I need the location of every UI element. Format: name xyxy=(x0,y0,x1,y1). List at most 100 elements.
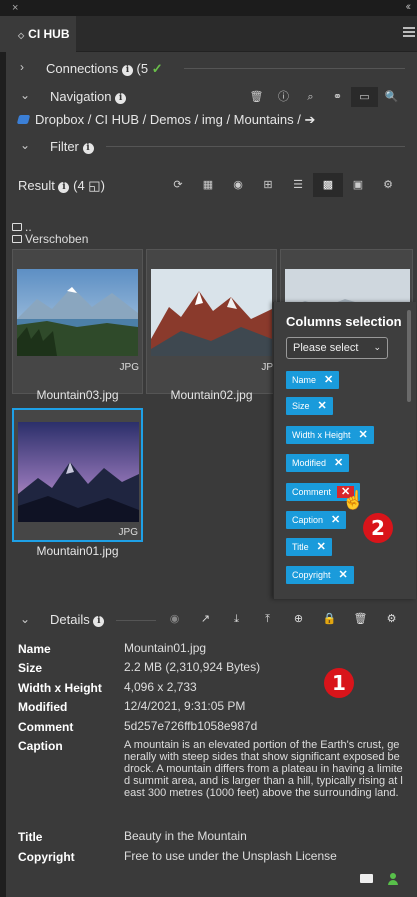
column-chip[interactable]: Modified ✕ xyxy=(286,454,350,472)
lock-icon[interactable]: 🔒 xyxy=(314,608,345,630)
tab-arrow-icon: ◇ xyxy=(18,31,25,40)
navigation-row[interactable]: ⌄ Navigation i 🗑 ⓘ ⌕ ⚭ ▭ 🔍 xyxy=(6,82,411,110)
remove-icon[interactable]: ✕ xyxy=(317,541,326,553)
filter-label: Filter xyxy=(50,139,79,154)
collapse-icon[interactable]: ‹‹ xyxy=(406,1,412,13)
check-icon: ✓ xyxy=(151,61,163,76)
details-label: Details xyxy=(50,612,90,627)
result-label: Result xyxy=(18,178,55,193)
remove-icon[interactable]: ✕ xyxy=(339,569,348,581)
table-icon[interactable]: ▦ xyxy=(193,173,223,197)
navigation-label: Navigation xyxy=(50,89,112,104)
list-icon[interactable]: ☰ xyxy=(283,173,313,197)
info-icon[interactable]: i xyxy=(82,143,94,154)
thumbnail-image xyxy=(18,422,139,522)
popup-scrollbar[interactable] xyxy=(407,310,411,402)
divider xyxy=(184,68,405,69)
remove-icon[interactable]: ✕ xyxy=(324,374,333,386)
chevron-right-icon[interactable]: › xyxy=(20,60,24,74)
folder-icon[interactable]: ▭ xyxy=(351,87,378,107)
folder-icon xyxy=(12,235,22,243)
refresh-icon[interactable]: ⟳ xyxy=(163,173,193,197)
hand-cursor-icon: ☝ xyxy=(342,490,365,510)
info-icon[interactable]: i xyxy=(58,182,70,193)
panel-footer xyxy=(6,870,411,890)
callout-badge: 2 xyxy=(363,513,393,543)
popup-title: Columns selection xyxy=(286,314,402,329)
divider xyxy=(106,146,405,147)
result-tools: ⟳ ▦ ◉ ⊞ ☰ ▩ ▣ ⚙ xyxy=(163,173,403,197)
column-chip[interactable]: Width x Height ✕ xyxy=(286,426,374,444)
trash-icon[interactable]: 🗑 xyxy=(345,608,376,630)
chevron-down-icon[interactable]: ⌄ xyxy=(20,138,30,152)
folder-name: Verschoben xyxy=(25,232,89,246)
plus-icon[interactable]: ⊞ xyxy=(253,173,283,197)
close-icon[interactable]: × xyxy=(12,2,18,14)
asset-name: Mountain03.jpg xyxy=(36,388,119,402)
connections-row[interactable]: › Connections i (5 ✓ xyxy=(6,54,411,82)
asset-card-selected[interactable]: JPG xyxy=(12,408,143,542)
folder-verschoben[interactable]: Verschoben xyxy=(12,232,88,246)
info-icon[interactable]: i xyxy=(121,65,133,76)
arrow-right-icon[interactable]: ➔ xyxy=(305,112,316,127)
column-chip[interactable]: Caption ✕ xyxy=(286,511,347,529)
divider xyxy=(116,620,156,621)
remove-icon[interactable]: ✕ xyxy=(359,429,368,441)
file-icon: ◱) xyxy=(88,178,105,193)
mail-icon[interactable] xyxy=(360,874,373,883)
external-link-icon[interactable]: ↗ xyxy=(190,608,221,630)
window-title-strip: × ‹‹ xyxy=(0,0,417,16)
columns-selection-popup: Columns selection Please select ⌄ Name ✕ … xyxy=(273,302,416,599)
card-icon[interactable]: ▣ xyxy=(343,173,373,197)
asset-card[interactable]: JPG xyxy=(12,249,143,394)
ci-hub-panel: › Connections i (5 ✓ ⌄ Navigation i 🗑 ⓘ … xyxy=(6,52,417,897)
asset-card[interactable]: JP xyxy=(146,249,277,394)
user-icon[interactable] xyxy=(388,873,398,885)
eye-icon[interactable]: ◉ xyxy=(223,173,253,197)
column-chip[interactable]: Size ✕ xyxy=(286,397,333,415)
asset-name: Mountain02.jpg xyxy=(170,388,253,402)
asset-name: Mountain01.jpg xyxy=(36,544,119,558)
zoom-in-icon[interactable]: ⊕ xyxy=(283,608,314,630)
trash-icon[interactable]: 🗑 xyxy=(243,87,270,107)
navigation-tools: 🗑 ⓘ ⌕ ⚭ ▭ 🔍 xyxy=(243,87,405,107)
chevron-down-icon[interactable]: ⌄ xyxy=(20,612,30,626)
file-ext: JP xyxy=(261,362,273,373)
thumbnail-image xyxy=(151,269,272,356)
gear-icon[interactable]: ⚙ xyxy=(376,608,407,630)
download-icon[interactable]: ⤓ xyxy=(221,608,252,630)
grid-icon[interactable]: ▩ xyxy=(313,173,343,197)
details-header[interactable]: ⌄ Details i ◉ ↗ ⤓ ⤒ ⊕ 🔒 🗑 ⚙ xyxy=(6,606,411,634)
filter-row[interactable]: ⌄ Filter i xyxy=(6,132,411,160)
dropbox-icon xyxy=(16,115,31,124)
connections-count: (5 xyxy=(136,61,149,76)
upload-icon[interactable]: ⤒ xyxy=(252,608,283,630)
columns-select[interactable]: Please select ⌄ xyxy=(286,337,388,359)
details-tools: ◉ ↗ ⤓ ⤒ ⊕ 🔒 🗑 ⚙ xyxy=(159,608,407,630)
column-chip[interactable]: Copyright ✕ xyxy=(286,566,354,584)
remove-icon[interactable]: ✕ xyxy=(331,514,340,526)
info-icon[interactable]: i xyxy=(115,93,127,104)
thumbnail-image xyxy=(17,269,138,356)
file-ext: JPG xyxy=(119,362,139,373)
chevron-down-icon[interactable]: ⌄ xyxy=(20,88,30,102)
file-ext: JPG xyxy=(118,527,138,538)
search-icon[interactable]: 🔍 xyxy=(378,87,405,107)
remove-icon[interactable]: ✕ xyxy=(318,400,327,412)
info-icon[interactable]: i xyxy=(93,616,105,627)
remove-icon[interactable]: ✕ xyxy=(334,457,343,469)
link-icon[interactable]: ⚭ xyxy=(324,87,351,107)
info-square-icon[interactable]: ⓘ xyxy=(270,87,297,107)
folder-icon xyxy=(12,223,22,231)
gear-icon[interactable]: ⚙ xyxy=(373,173,403,197)
breadcrumb-path[interactable]: Dropbox / CI HUB / Demos / img / Mountai… xyxy=(35,112,301,127)
eye-icon[interactable]: ◉ xyxy=(159,608,190,630)
column-chip[interactable]: Title ✕ xyxy=(286,538,332,556)
column-chip[interactable]: Name ✕ xyxy=(286,371,340,389)
callout-badge: 1 xyxy=(324,668,354,698)
panel-menu-icon[interactable] xyxy=(403,27,415,37)
connections-label: Connections xyxy=(46,61,119,76)
tab-ci-hub[interactable]: ◇ CI HUB xyxy=(6,16,76,52)
result-count: (4 xyxy=(73,178,85,193)
zoom-icon[interactable]: ⌕ xyxy=(297,87,324,107)
